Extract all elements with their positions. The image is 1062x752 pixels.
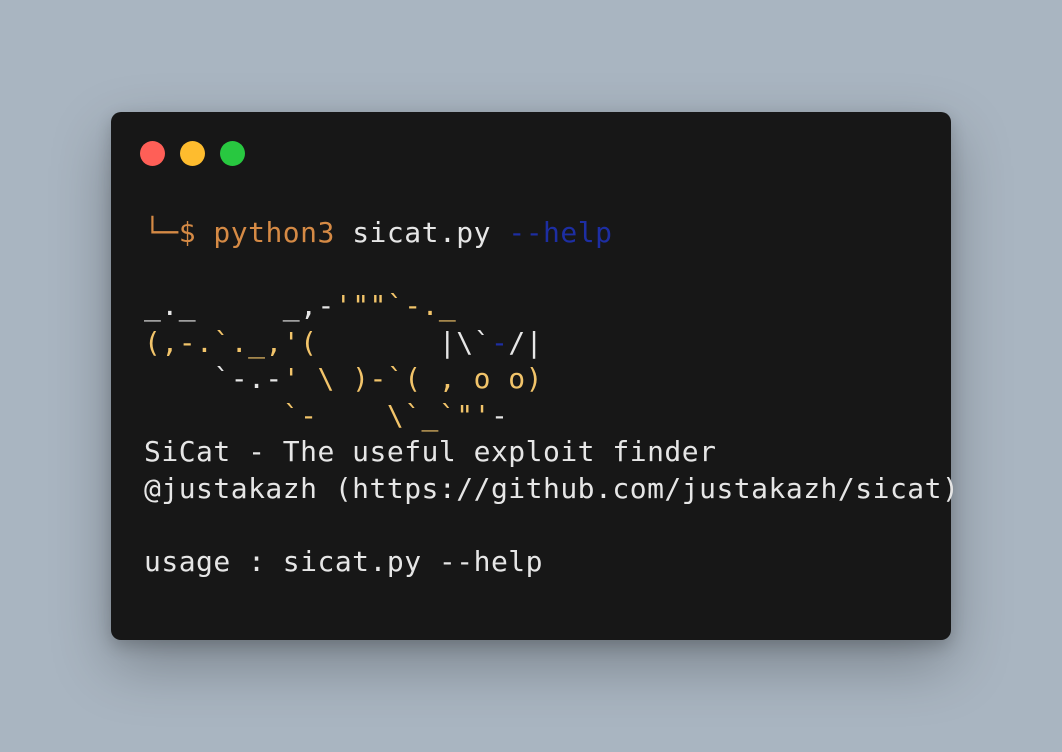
ascii-spacing	[196, 289, 283, 322]
command-line: └─$ python3 sicat.py --help	[144, 215, 944, 252]
ascii-spacing	[317, 326, 438, 359]
author-line: @justakazh (https://github.com/justakazh…	[144, 471, 960, 505]
ascii-cat-body-left: `-.-	[144, 362, 283, 395]
ascii-art-line-3: `-.-' \ )-`( , o o)	[144, 361, 944, 398]
blank-line-2	[144, 507, 944, 544]
command-name: python3	[213, 216, 335, 249]
ascii-cat-paws: `- \`_`"'	[144, 398, 491, 432]
ascii-cat-face-right: /|	[508, 325, 544, 359]
app-title: SiCat - The useful exploit finder	[144, 435, 717, 468]
usage-line: usage : sicat.py --help	[144, 544, 543, 578]
ascii-cat-top-left: _._	[144, 289, 197, 322]
prompt-prefix: └─$	[144, 216, 197, 249]
ascii-cat-eyes: ' \ )-`( , o o)	[282, 362, 543, 395]
terminal-output[interactable]: └─$ python3 sicat.py --help _._ _,-'""`-…	[144, 215, 960, 580]
ascii-cat-face: |\`	[438, 325, 491, 359]
blank-line-1	[144, 252, 944, 289]
ascii-cat-ear-left: _,-	[282, 289, 335, 322]
zoom-window-icon[interactable]	[220, 141, 245, 166]
ascii-cat-tail: -	[490, 398, 509, 432]
command-flag: --help	[508, 216, 613, 249]
ascii-art-line-1: _._ _,-'""`-._	[144, 288, 944, 325]
command-script: sicat.py	[352, 216, 491, 249]
ascii-cat-ear-right: '""`-._	[334, 289, 457, 322]
ascii-art-line-4: `- \`_`"'-	[144, 398, 944, 435]
close-window-icon[interactable]	[140, 141, 165, 166]
terminal-window: └─$ python3 sicat.py --help _._ _,-'""`-…	[111, 112, 960, 640]
minimize-window-icon[interactable]	[180, 141, 205, 166]
ascii-art-line-2: (,-.`._,'( |\`-/|	[144, 325, 944, 362]
ascii-cat-mouth: -	[490, 325, 509, 359]
ascii-cat-head: (,-.`._,'(	[144, 325, 318, 359]
